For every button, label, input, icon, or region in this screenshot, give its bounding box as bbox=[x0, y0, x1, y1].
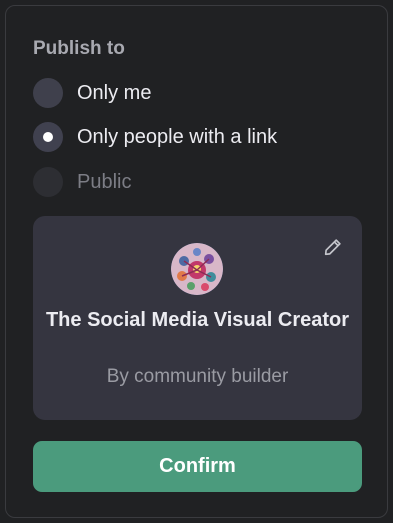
radio-public bbox=[33, 167, 63, 197]
publish-heading: Publish to bbox=[33, 38, 125, 59]
gpt-title: The Social Media Visual Creator bbox=[45, 309, 350, 331]
pencil-icon[interactable] bbox=[322, 236, 344, 258]
option-public: Public bbox=[33, 166, 353, 198]
option-link[interactable]: Only people with a link bbox=[33, 121, 353, 153]
radio-link[interactable] bbox=[33, 122, 63, 152]
avatar-art-icon bbox=[171, 243, 223, 295]
confirm-button[interactable]: Confirm bbox=[33, 441, 362, 492]
option-label: Public bbox=[77, 170, 132, 193]
publish-dialog: Publish to Only me Only people with a li… bbox=[5, 5, 388, 518]
gpt-byline: By community builder bbox=[106, 366, 289, 387]
option-label: Only me bbox=[77, 81, 152, 104]
option-label: Only people with a link bbox=[77, 125, 278, 148]
gpt-card: The Social Media Visual Creator By commu… bbox=[33, 216, 362, 420]
gpt-avatar bbox=[171, 243, 223, 295]
radio-only-me[interactable] bbox=[33, 78, 63, 108]
option-only-me[interactable]: Only me bbox=[33, 77, 353, 109]
